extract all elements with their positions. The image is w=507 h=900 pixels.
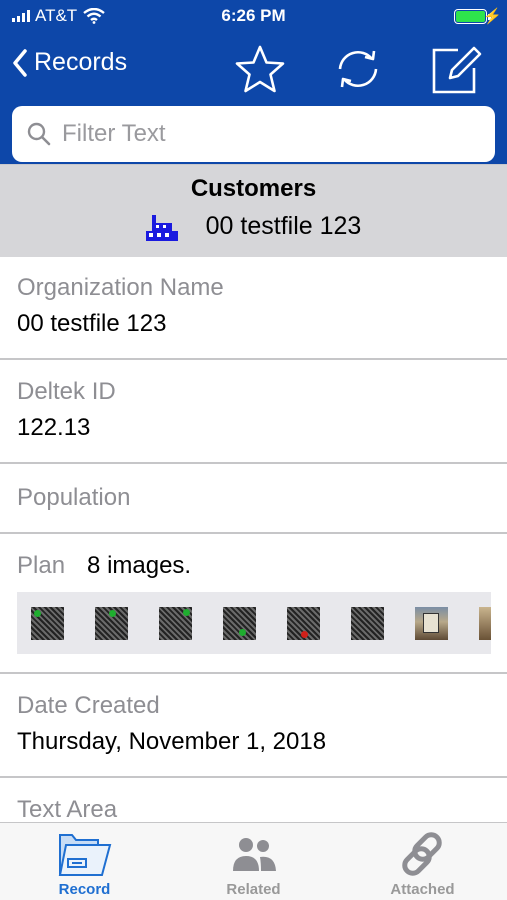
thumbnail-marker (109, 609, 116, 617)
field-label: Plan (17, 552, 66, 579)
image-thumbnail[interactable] (415, 606, 448, 640)
thumbnail-marker (239, 628, 246, 636)
record-header: Customers 00 testfile 123 (0, 164, 507, 257)
image-count: 8 images. (87, 552, 192, 579)
field-label: Text Area (17, 796, 118, 823)
favorite-button[interactable] (233, 42, 287, 96)
image-thumbnail[interactable] (351, 606, 384, 640)
thumbnail-marker (34, 609, 41, 617)
building-icon (145, 215, 178, 241)
back-button[interactable]: Records (12, 48, 127, 77)
clock: 6:26 PM (221, 6, 286, 25)
field-population[interactable]: Population (0, 464, 507, 534)
search-input[interactable] (60, 119, 464, 149)
tab-label: Attached (390, 881, 455, 898)
refresh-icon (338, 50, 378, 88)
star-icon (235, 45, 285, 93)
chevron-left-icon (13, 48, 27, 77)
people-icon (232, 838, 276, 871)
image-thumbnail[interactable] (479, 606, 491, 640)
thumbnail-marker (183, 608, 190, 616)
record-detail-screen: AT&T 6:26 PM ⚡ Records Filter Text Custo… (0, 0, 507, 900)
image-thumbnail[interactable] (95, 606, 128, 640)
search-bar (0, 102, 507, 164)
battery-level (456, 11, 485, 22)
record-type-title: Customers (190, 175, 317, 202)
field-label: Date Created (17, 692, 160, 719)
top-bar: AT&T 6:26 PM ⚡ Records (0, 0, 507, 102)
status-bar: AT&T 6:26 PM ⚡ (0, 0, 507, 34)
tab-related[interactable]: Related (169, 823, 338, 900)
link-icon (401, 832, 442, 876)
record-name: 00 testfile 123 (205, 211, 362, 240)
folder-icon (58, 834, 111, 876)
image-thumbnail[interactable] (287, 606, 320, 640)
field-list: Organization Name 00 testfile 123 Deltek… (0, 256, 507, 823)
edit-button[interactable] (428, 42, 482, 96)
tab-label: Record (58, 881, 111, 898)
battery-icon (454, 9, 487, 24)
plan-row: Plan 8 images. (17, 552, 507, 580)
tab-label: Related (226, 881, 281, 898)
tab-attached[interactable]: Attached (338, 823, 507, 900)
search-icon (27, 122, 51, 146)
field-label: Organization Name (17, 274, 224, 301)
edit-icon (432, 46, 482, 94)
field-value: 122.13 (17, 414, 91, 441)
field-value: 00 testfile 123 (17, 310, 167, 337)
thumbnail-marker (301, 630, 308, 638)
navigation-bar: Records (0, 34, 507, 102)
field-plan[interactable]: Plan 8 images. (0, 534, 507, 674)
back-label: Records (34, 48, 128, 76)
field-label: Deltek ID (17, 378, 116, 405)
image-strip[interactable] (17, 592, 491, 654)
image-thumbnail[interactable] (223, 606, 256, 640)
field-value: Thursday, November 1, 2018 (17, 728, 327, 755)
field-deltek-id[interactable]: Deltek ID 122.13 (0, 360, 507, 464)
photo-window (423, 612, 439, 633)
field-organization-name[interactable]: Organization Name 00 testfile 123 (0, 256, 507, 360)
search-field[interactable] (12, 106, 495, 162)
charging-icon: ⚡ (483, 8, 502, 25)
record-name-row: 00 testfile 123 (0, 211, 507, 241)
field-text-area[interactable]: Text Area (0, 778, 507, 823)
field-date-created[interactable]: Date Created Thursday, November 1, 2018 (0, 674, 507, 778)
tab-record[interactable]: Record (0, 823, 169, 900)
image-thumbnail[interactable] (31, 606, 64, 640)
field-label: Population (17, 484, 131, 511)
tab-bar: Record Related Attached (0, 822, 507, 900)
refresh-button[interactable] (331, 42, 385, 96)
image-thumbnail[interactable] (159, 606, 192, 640)
